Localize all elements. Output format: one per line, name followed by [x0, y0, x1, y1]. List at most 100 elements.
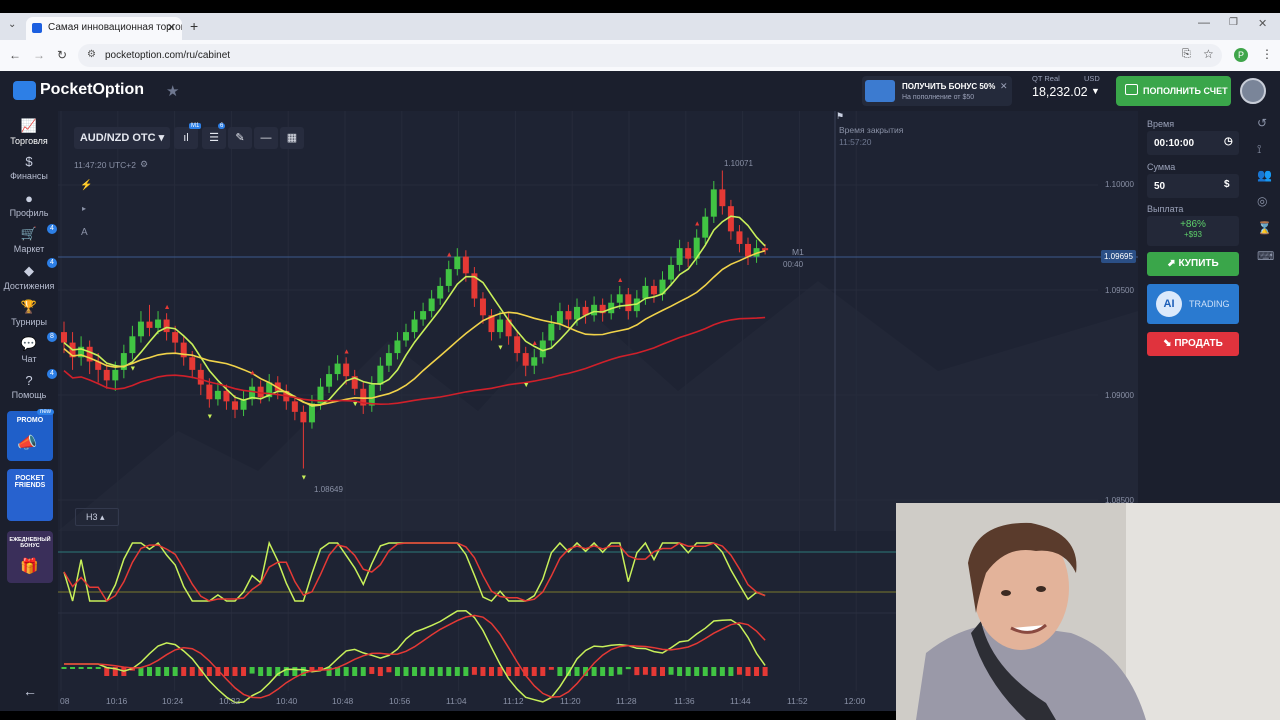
fractal-down-marker: ▼ [206, 414, 213, 421]
chevron-down-icon: ▼ [1091, 86, 1100, 96]
indicators-button[interactable]: ☰ [202, 127, 226, 149]
play-icon[interactable]: ▸ [82, 204, 86, 213]
candle-body [642, 285, 649, 299]
sell-label: ПРОДАТЬ [1174, 338, 1223, 349]
user-avatar[interactable] [1240, 78, 1266, 104]
install-icon[interactable]: ⎘ [1182, 48, 1191, 61]
pocket-friends-tile[interactable]: POCKET FRIENDS [7, 469, 53, 521]
amount-input[interactable]: 50 $ [1147, 174, 1239, 198]
candle-body [172, 332, 179, 343]
history-icon[interactable]: ↺ [1257, 116, 1267, 130]
ai-trading-button[interactable]: AI TRADING [1147, 284, 1239, 324]
webcam-image [896, 503, 1280, 720]
candle-body [146, 321, 153, 328]
keyboard-icon[interactable]: ⌨ [1257, 249, 1274, 263]
histogram-bar [454, 667, 460, 676]
settings-gear-icon[interactable]: ⚙ [140, 159, 148, 170]
chart-type-button[interactable]: ıl [174, 127, 198, 149]
hourglass-icon[interactable]: ⌛ [1257, 221, 1272, 235]
reload-icon[interactable]: ↻ [57, 48, 67, 62]
forward-icon[interactable]: → [33, 48, 45, 62]
sell-button[interactable]: ⬊ ПРОДАТЬ [1147, 332, 1239, 356]
bonus-close-icon[interactable]: ✕ [1000, 81, 1008, 92]
candle-body [650, 285, 657, 295]
buy-button[interactable]: ⬈ КУПИТЬ [1147, 252, 1239, 276]
histogram-bar [745, 667, 751, 676]
histogram-bar [574, 667, 580, 676]
balance-selector[interactable]: QT Real USD 18,232.02 ▼ [1022, 73, 1106, 109]
webcam-overlay [896, 503, 1280, 720]
promo-tile[interactable]: new PROMO 📣 [7, 409, 55, 461]
bonus-banner[interactable]: ПОЛУЧИТЬ БОНУС 50% На пополнение от $50 … [862, 76, 1012, 106]
bookmark-star-icon[interactable]: ☆ [1203, 47, 1214, 61]
daily-bonus-label: ЕЖЕДНЕВНЫЙ БОНУС [9, 537, 51, 549]
lightning-icon[interactable]: ⚡ [80, 180, 92, 191]
histogram-bar [369, 667, 375, 674]
back-icon[interactable]: ← [9, 48, 21, 62]
fractal-up-marker: ▲ [164, 304, 171, 311]
payout-amount: +$93 [1183, 230, 1203, 239]
favorite-star-icon[interactable]: ★ [166, 82, 179, 100]
minimize-icon[interactable]: — [1198, 15, 1210, 29]
users-icon[interactable]: 👥 [1257, 168, 1272, 182]
browser-toolbar: ← → ↻ ⚙ pocketoption.com/ru/cabinet ⎘ ☆ … [0, 40, 1280, 71]
collapse-arrow-icon[interactable]: ← [23, 683, 37, 699]
restore-icon[interactable]: ❐ [1229, 17, 1238, 28]
time-axis-label: 10:56 [389, 696, 411, 706]
histogram-bar [711, 667, 717, 676]
logo-text[interactable]: PocketOption [40, 81, 144, 99]
histogram-bar [651, 667, 657, 676]
candle-body [556, 311, 563, 324]
candle-body [736, 231, 743, 244]
sell-arrow-icon: ⬊ [1163, 338, 1172, 349]
layout-button[interactable]: ▦ [280, 127, 304, 149]
fractal-down-marker: ▼ [497, 344, 504, 351]
asset-selector[interactable]: AUD/NZD OTC ▾ [74, 127, 170, 149]
deposit-button[interactable]: ПОПОЛНИТЬ СЧЕТ [1116, 76, 1231, 106]
sidebar-item-profile[interactable]: ● Профиль [0, 191, 58, 218]
site-info-icon[interactable]: ⚙ [87, 49, 96, 60]
browser-tab[interactable]: Самая инновационная торгов ✕ [26, 17, 182, 40]
menu-dots-icon[interactable]: ⋮ [1261, 47, 1273, 61]
histogram-bar [61, 667, 67, 669]
daily-bonus-tile[interactable]: ЕЖЕДНЕВНЫЙ БОНУС 🎁 [7, 531, 53, 583]
histogram-bar [677, 667, 683, 676]
drawing-button[interactable]: ✎ [228, 127, 252, 149]
histogram-bar [471, 667, 477, 675]
time-input[interactable]: 00:10:00 ◷ [1147, 131, 1239, 155]
fractal-up-marker: ▲ [531, 340, 538, 347]
candle-body [676, 248, 683, 265]
histogram-bar [429, 667, 435, 676]
histogram-bar [377, 667, 383, 676]
sidebar-item-finance[interactable]: $ Финансы [0, 154, 58, 181]
tab-list-chevron-icon[interactable]: ⌄ [8, 19, 16, 30]
histogram-bar [514, 667, 520, 676]
currency-icon[interactable]: $ [1224, 179, 1230, 190]
timer-timeframe: M1 [792, 247, 804, 257]
target-icon[interactable]: ◎ [1257, 194, 1267, 208]
macd-line [64, 610, 766, 704]
histogram-bar [608, 667, 614, 676]
time-axis-label: 12:00 [844, 696, 866, 706]
candle-body [514, 336, 521, 354]
server-time: 11:47:20 UTC+2 [74, 160, 136, 170]
histogram-bar [266, 667, 272, 676]
window-close-icon[interactable]: ✕ [1258, 17, 1267, 30]
sidebar-item-tournaments[interactable]: 🏆 Турниры [0, 299, 58, 327]
histogram-bar [352, 667, 358, 676]
current-price-tag: 1.09695 [1101, 250, 1136, 263]
new-tab-button[interactable]: + [190, 18, 198, 34]
candle-body [334, 363, 341, 375]
text-tool[interactable]: A [81, 227, 88, 238]
h3-selector[interactable]: H3 ▴ [75, 508, 119, 526]
histogram-bar [736, 667, 742, 675]
address-bar[interactable]: ⚙ pocketoption.com/ru/cabinet ⎘ ☆ [78, 44, 1222, 67]
clock-icon[interactable]: ◷ [1224, 136, 1233, 147]
line-tool-button[interactable]: — [254, 127, 278, 149]
tab-close-icon[interactable]: ✕ [167, 21, 176, 34]
time-axis-label: 10:48 [332, 696, 354, 706]
signal-icon[interactable]: ⟟ [1257, 142, 1261, 157]
sidebar-item-trading[interactable]: 📈 Торговля [0, 118, 58, 146]
price-axis-label: 1.09000 [1105, 391, 1134, 400]
profile-avatar[interactable]: P [1234, 48, 1248, 62]
